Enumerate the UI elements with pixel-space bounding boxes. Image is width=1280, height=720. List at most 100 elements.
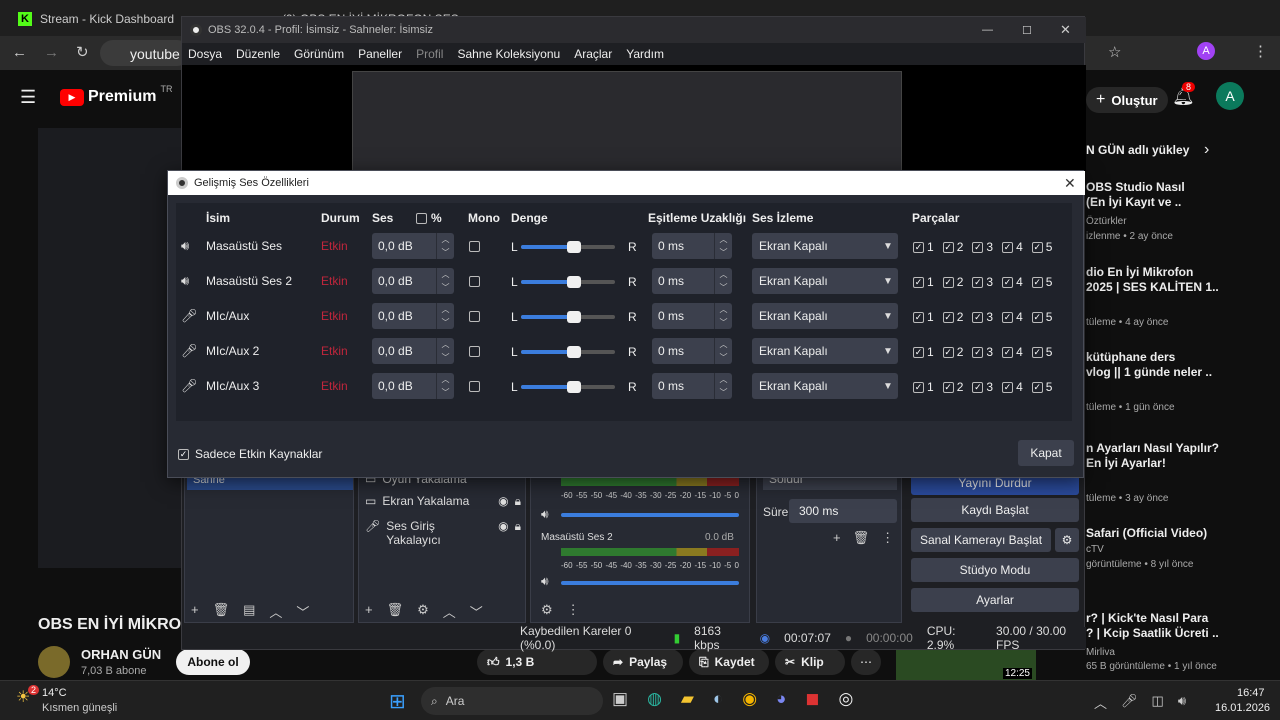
reload-icon[interactable]: ↻ [76, 43, 89, 61]
track-checkbox[interactable]: ✓ [972, 311, 984, 323]
subscribe-button[interactable]: Abone ol [176, 649, 250, 675]
down-arrow-icon[interactable]: ﹀ [296, 602, 309, 621]
sidebar-video[interactable]: Safari (Official Video) [1086, 526, 1266, 541]
balance-slider[interactable] [521, 276, 615, 288]
chevron-right-icon[interactable]: › [1204, 141, 1209, 159]
filter-icon[interactable]: ▤ [243, 602, 255, 621]
monitoring-select[interactable]: Ekran Kapalı ▼ [752, 373, 898, 399]
forward-icon[interactable]: → [44, 44, 59, 61]
windows-start-icon[interactable]: ⊞ [389, 689, 406, 714]
hamburger-menu-icon[interactable]: ☰ [20, 87, 36, 108]
mixer-volume-slider[interactable] [561, 513, 739, 517]
lock-icon[interactable]: 🔒︎ [515, 519, 521, 547]
menu-paneller[interactable]: Paneller [358, 47, 402, 61]
volume-spinbox[interactable]: 0,0 dB ︿ ﹀ [372, 338, 454, 364]
duration-spinbox[interactable]: 300 ms [789, 499, 897, 523]
trash-icon[interactable]: 🗑︎ [853, 530, 870, 546]
volume-spinbox[interactable]: 0,0 dB ︿ ﹀ [372, 373, 454, 399]
menu-araclar[interactable]: Araçlar [574, 47, 612, 61]
balance-slider[interactable] [521, 381, 615, 393]
volume-spinbox[interactable]: 0,0 dB ︿ ﹀ [372, 233, 454, 259]
profile-avatar[interactable]: A [1197, 42, 1215, 60]
track-checkbox[interactable]: ✓ [1002, 381, 1014, 393]
sidebar-video[interactable]: OBS Studio Nasıl (En İyi Kayıt ve .. [1086, 180, 1266, 210]
more-actions-icon[interactable]: ⋯ [851, 649, 881, 675]
browser-tab-kick[interactable]: K Stream - Kick Dashboard [8, 6, 184, 32]
virtual-camera-settings-icon[interactable]: ⚙ [1055, 528, 1079, 552]
slider-handle[interactable] [567, 381, 581, 393]
track-checkbox[interactable]: ✓ [913, 276, 924, 288]
eye-icon[interactable]: ◉ [498, 519, 508, 547]
network-icon[interactable]: ◫ [1152, 693, 1164, 712]
file-explorer-icon[interactable]: ▰ [681, 689, 694, 709]
slider-handle[interactable] [567, 346, 581, 358]
add-icon[interactable]: + [365, 602, 373, 621]
bookmark-star-icon[interactable]: ☆ [1108, 43, 1121, 61]
mono-checkbox[interactable] [469, 241, 480, 252]
spin-arrows-icon[interactable]: ︿ ﹀ [714, 233, 732, 259]
source-item[interactable]: ▭ Ekran Yakalama ◉ 🔒︎ [365, 494, 521, 509]
taskbar-search[interactable]: ⌕ Ara [421, 687, 603, 715]
mono-checkbox[interactable] [469, 276, 480, 287]
account-avatar[interactable]: A [1216, 82, 1244, 110]
clip-button[interactable]: ✂ Klip [775, 649, 845, 675]
chip-text[interactable]: N GÜN adlı yükley [1086, 143, 1189, 157]
start-recording-button[interactable]: Kaydı Başlat [911, 498, 1079, 522]
spin-arrows-icon[interactable]: ︿ ﹀ [436, 268, 454, 294]
monitoring-select[interactable]: Ekran Kapalı ▼ [752, 338, 898, 364]
volume-spinbox[interactable]: 0,0 dB ︿ ﹀ [372, 303, 454, 329]
trash-icon[interactable]: 🗑︎ [213, 602, 230, 621]
back-icon[interactable]: ← [12, 44, 27, 61]
track-checkbox[interactable]: ✓ [1002, 241, 1014, 253]
track-checkbox[interactable]: ✓ [1002, 276, 1014, 288]
track-checkbox[interactable]: ✓ [972, 276, 984, 288]
close-icon[interactable]: ✕ [1060, 22, 1071, 38]
obs-preview-canvas[interactable] [182, 65, 1086, 171]
spin-arrows-icon[interactable]: ︿ ﹀ [436, 233, 454, 259]
obs-taskbar-icon[interactable]: ◎ [839, 689, 854, 709]
track-checkbox[interactable]: ✓ [942, 241, 954, 253]
spin-arrows-icon[interactable]: ︿ ﹀ [436, 303, 454, 329]
slider-handle[interactable] [567, 241, 581, 253]
track-checkbox[interactable]: ✓ [1031, 311, 1043, 323]
monitoring-select[interactable]: Ekran Kapalı ▼ [752, 303, 898, 329]
mono-checkbox[interactable] [469, 381, 480, 392]
sidebar-video[interactable]: dio En İyi Mikrofon 2025 | SES KALİTEN 1.… [1086, 265, 1266, 295]
start-virtual-camera-button[interactable]: Sanal Kamerayı Başlat [911, 528, 1051, 552]
track-checkbox[interactable]: ✓ [913, 346, 924, 358]
chrome-icon[interactable]: ◉ [742, 689, 757, 709]
tray-chevron-icon[interactable]: ︿ [1094, 693, 1107, 712]
up-arrow-icon[interactable]: ︿ [443, 602, 456, 621]
track-checkbox[interactable]: ✓ [942, 311, 954, 323]
percent-checkbox[interactable] [416, 212, 427, 224]
mic-icon[interactable]: 🎤︎ [1121, 693, 1138, 712]
menu-dosya[interactable]: Dosya [188, 47, 222, 61]
trash-icon[interactable]: 🗑︎ [387, 602, 404, 621]
menu-sahne-koleksiyonu[interactable]: Sahne Koleksiyonu [457, 47, 560, 61]
sidebar-video[interactable]: kütüphane ders vlog || 1 günde neler .. [1086, 350, 1266, 380]
eye-icon[interactable]: ◉ [498, 494, 508, 509]
track-checkbox[interactable]: ✓ [1031, 276, 1043, 288]
track-checkbox[interactable]: ✓ [1031, 381, 1043, 393]
slider-handle[interactable] [567, 311, 581, 323]
mono-checkbox[interactable] [469, 346, 480, 357]
track-checkbox[interactable]: ✓ [942, 276, 954, 288]
sidebar-video[interactable]: r? | Kick'te Nasıl Para? | Kcip Saatlik … [1086, 611, 1266, 641]
menu-profil[interactable]: Profil [416, 47, 443, 61]
track-checkbox[interactable]: ✓ [972, 346, 984, 358]
source-item[interactable]: 🎤︎ Ses Giriş Yakalayıcı ◉ 🔒︎ [365, 519, 521, 547]
video-player-left[interactable] [38, 128, 181, 568]
sync-offset-spinbox[interactable]: 0 ms ︿ ﹀ [652, 338, 732, 364]
close-dialog-button[interactable]: Kapat [1018, 440, 1074, 466]
address-bar[interactable]: youtube.co [100, 40, 199, 66]
spin-arrows-icon[interactable]: ︿ ﹀ [714, 373, 732, 399]
related-thumbnail[interactable]: 12:25 [896, 648, 1036, 680]
track-checkbox[interactable]: ✓ [1031, 241, 1043, 253]
add-icon[interactable]: + [833, 530, 841, 546]
track-checkbox[interactable]: ✓ [1002, 346, 1014, 358]
mixer-volume-slider[interactable] [561, 581, 739, 585]
balance-slider[interactable] [521, 346, 615, 358]
mono-checkbox[interactable] [469, 311, 480, 322]
menu-dots-icon[interactable]: ⋮ [881, 530, 894, 546]
notifications-button[interactable]: 🔔︎ 8 [1172, 82, 1196, 107]
